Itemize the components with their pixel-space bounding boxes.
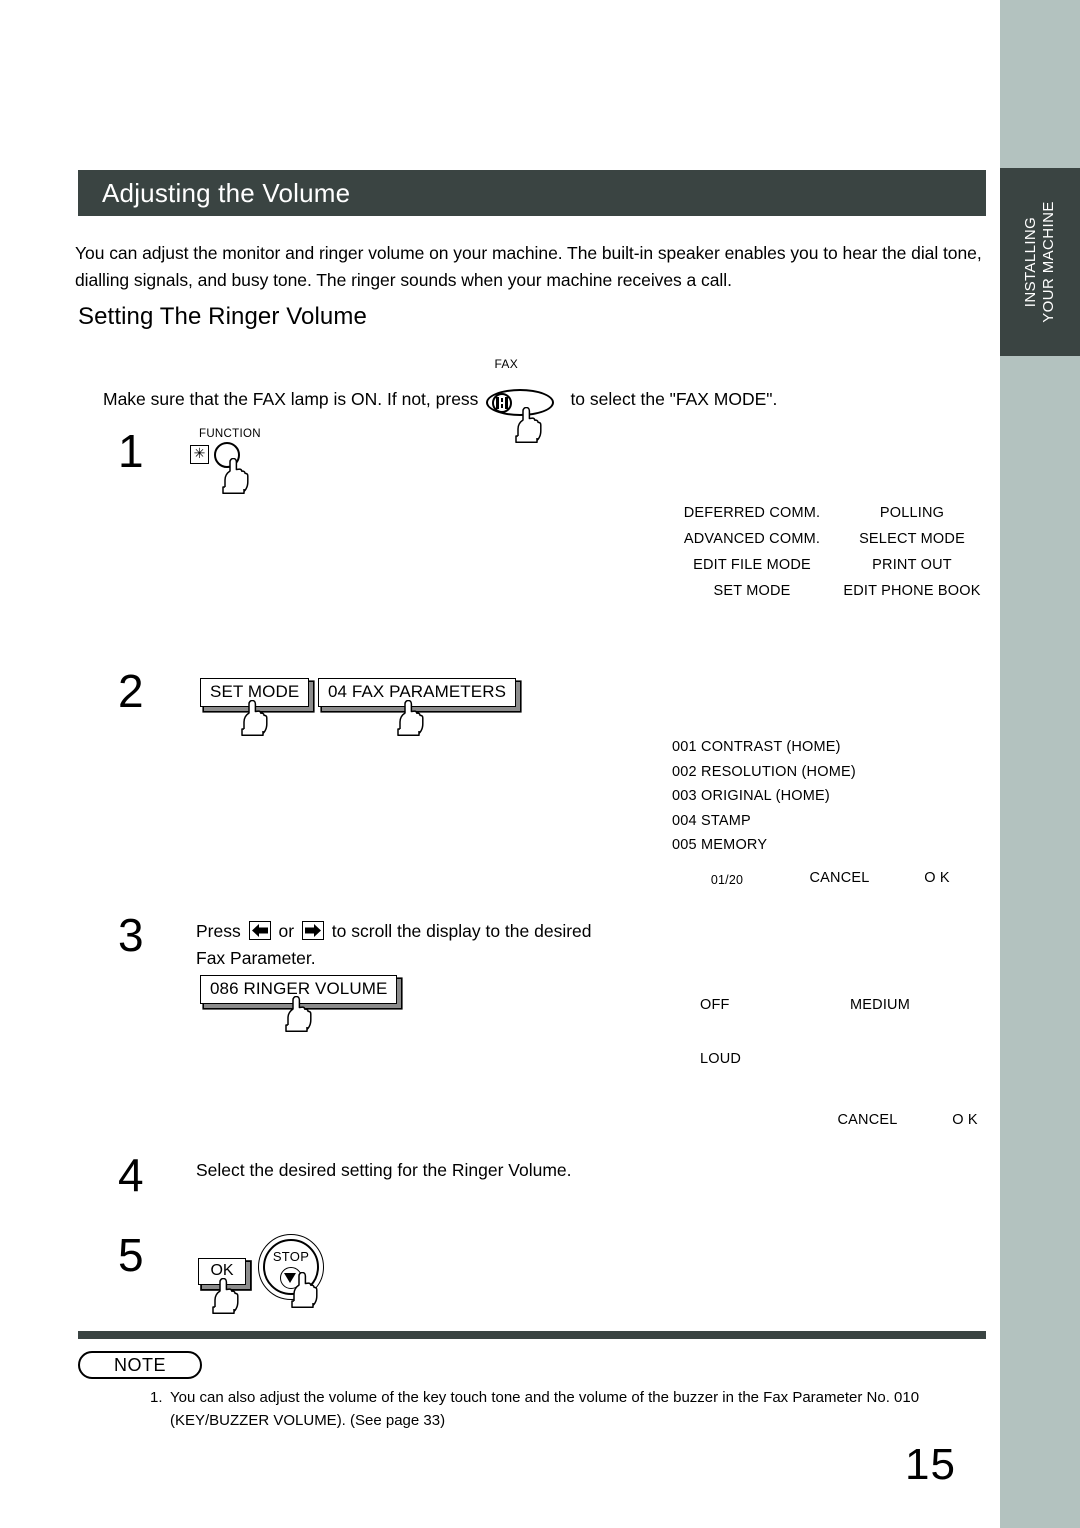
step-number-1: 1 [118,425,144,477]
fax-machine-icon [496,397,509,409]
step-number-4: 4 [118,1149,144,1201]
lcd-row: EDIT FILE MODE PRINT OUT [672,552,992,578]
lcd-cell: SET MODE [713,583,791,599]
lcd-option-empty [850,1044,1000,1074]
note-item-line-2: (KEY/BUZZER VOLUME). (See page 33) [170,1412,446,1429]
pointing-hand-icon [394,700,424,736]
note-badge: NOTE [78,1351,202,1379]
lcd-cell: SELECT MODE [859,531,965,547]
lcd-cell: PRINT OUT [872,557,952,573]
section-header: Adjusting the Volume [78,170,986,216]
fax-key-label: FAX [494,357,519,371]
lcd-list-item: 002 RESOLUTION (HOME) [672,763,856,780]
chapter-tab-line-1: INSTALLING [1021,216,1039,308]
step-number-2: 2 [118,665,144,717]
note-item-text: You can also adjust the volume of the ke… [170,1386,919,1432]
lcd-option-loud[interactable]: LOUD [700,1044,850,1074]
lcd-list-item: 005 MEMORY [672,837,768,853]
lcd-cancel-label[interactable]: CANCEL [782,866,897,893]
lcd-cell: EDIT FILE MODE [693,557,811,573]
chapter-tab-line-2: YOUR MACHINE [1039,201,1057,323]
step-3-instruction: Press or to scroll the display to the de… [196,918,626,972]
fax-key-graphic[interactable]: FAX [486,357,558,443]
lcd-display-ringer-volume: OFF MEDIUM LOUD CANCEL O K [700,990,1005,1128]
step-4-instruction: Select the desired setting for the Ringe… [196,1160,572,1180]
lcd-cell: POLLING [879,505,945,521]
lcd-list-item: 001 CONTRAST (HOME) [672,739,841,755]
fax-instruction-text-after: to select the "FAX MODE". [570,388,778,409]
lcd-ok-label[interactable]: O K [897,866,977,893]
lcd-page-indicator: 01/20 [710,872,744,887]
stop-key-label: STOP [272,1249,310,1264]
lcd-cell: DEFERRED COMM. [683,505,821,521]
lcd-row: DEFERRED COMM. POLLING [672,500,992,526]
lcd-option-medium[interactable]: MEDIUM [850,990,1000,1020]
note-item-number: 1. [150,1389,163,1406]
function-key-label: FUNCTION [199,428,261,440]
pointing-hand-icon [238,700,268,736]
fax-instruction-text-before: Make sure that the FAX lamp is ON. If no… [103,388,479,409]
note-item: 1. You can also adjust the volume of the… [150,1386,1000,1432]
intro-paragraph: You can adjust the monitor and ringer vo… [75,243,982,290]
left-arrow-icon[interactable] [248,921,271,940]
step-3-text-b: or [278,921,295,941]
pointing-hand-icon [219,458,249,494]
step-3-text-c: to scroll the display to the desired [331,921,592,941]
sub-heading: Setting The Ringer Volume [78,303,367,330]
lcd-row: LOUD [700,1044,1005,1074]
right-arrow-icon[interactable] [301,921,324,940]
note-body: 1. You can also adjust the volume of the… [150,1386,1000,1432]
fax-mode-instruction: Make sure that the FAX lamp is ON. If no… [103,357,778,443]
lcd-cell: EDIT PHONE BOOK [843,583,981,599]
note-item-line-1: You can also adjust the volume of the ke… [170,1389,920,1406]
pointing-hand-icon [288,1272,318,1308]
lcd-footer: CANCEL O K [700,1112,1005,1128]
page-content: Adjusting the Volume You can adjust the … [0,0,1000,1528]
note-divider [78,1331,986,1339]
lcd-list-item: 004 STAMP [672,812,751,829]
lcd-row: SET MODE EDIT PHONE BOOK [672,578,992,604]
step-3-text-line-2: Fax Parameter. [196,948,316,968]
lcd-row: ADVANCED COMM. SELECT MODE [672,526,992,552]
step-3-text-a: Press [196,921,241,941]
chapter-tab: INSTALLING YOUR MACHINE [1000,168,1080,356]
lcd-option-off[interactable]: OFF [700,990,850,1020]
page-title: Adjusting the Volume [102,177,351,208]
step-number-5: 5 [118,1229,144,1281]
lcd-footer: 01/20 CANCEL O K [672,866,977,893]
lcd-cell: ADVANCED COMM. [683,531,821,547]
pointing-hand-icon [282,996,312,1032]
lcd-row: OFF MEDIUM [700,990,1005,1020]
lcd-display-fax-parameters: 001 CONTRAST (HOME) 002 RESOLUTION (HOME… [672,735,977,892]
lcd-cancel-label[interactable]: CANCEL [810,1112,925,1128]
lcd-display-function-menu: DEFERRED COMM. POLLING ADVANCED COMM. SE… [672,500,992,604]
page-number: 15 [905,1440,956,1489]
pointing-hand-icon [209,1278,239,1314]
lcd-ok-label[interactable]: O K [925,1112,1005,1128]
pointing-hand-icon [512,407,542,443]
function-key-graphic[interactable]: FUNCTION ✳ [190,428,280,494]
lcd-page-indicator [700,1112,810,1128]
asterisk-icon: ✳ [190,445,209,464]
lcd-list-item: 003 ORIGINAL (HOME) [672,788,830,804]
step-number-3: 3 [118,909,144,961]
